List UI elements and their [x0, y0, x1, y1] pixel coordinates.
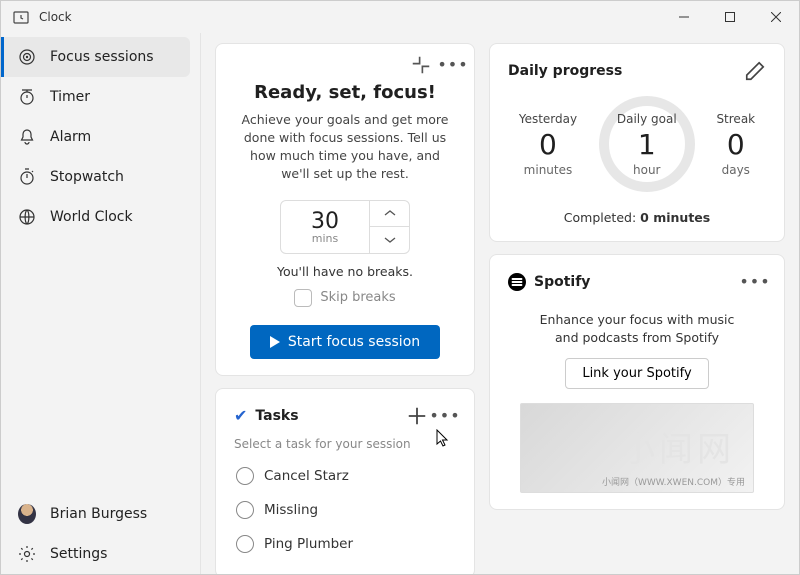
task-item[interactable]: Missling [234, 493, 456, 527]
watermark-url: 小闻网（WWW.XWEN.COM）专用 [602, 475, 745, 488]
skip-breaks-row[interactable]: Skip breaks [234, 289, 456, 307]
sidebar-item-label: Settings [50, 546, 107, 562]
close-button[interactable] [753, 1, 799, 33]
skip-breaks-checkbox[interactable] [294, 289, 312, 307]
duration-decrease-button[interactable] [370, 227, 409, 253]
main-content: ••• Ready, set, focus! Achieve your goal… [201, 33, 799, 574]
window: Clock Focus sessions Timer Alarm Stopwat… [0, 0, 800, 575]
sidebar-user[interactable]: Brian Burgess [1, 494, 200, 534]
task-radio[interactable] [236, 535, 254, 553]
start-focus-label: Start focus session [288, 334, 420, 350]
target-icon [18, 48, 36, 66]
completed-line: Completed: 0 minutes [508, 210, 766, 225]
progress-title: Daily progress [508, 63, 622, 79]
bell-icon [18, 128, 36, 146]
daily-goal-ring: Daily goal 1 hour [599, 96, 695, 192]
task-label: Ping Plumber [264, 536, 353, 552]
start-focus-button[interactable]: Start focus session [250, 325, 440, 359]
sidebar-item-label: Focus sessions [50, 49, 154, 65]
collapse-icon[interactable] [410, 54, 432, 76]
tasks-more-icon[interactable]: ••• [434, 405, 456, 427]
stopwatch-icon [18, 168, 36, 186]
duration-value-box: 30 mins [281, 201, 369, 253]
sidebar-item-alarm[interactable]: Alarm [1, 117, 200, 157]
focus-heading: Ready, set, focus! [234, 82, 456, 103]
play-icon [270, 336, 280, 348]
sidebar-item-stopwatch[interactable]: Stopwatch [1, 157, 200, 197]
tasks-icon: ✔ [234, 406, 247, 425]
task-label: Cancel Starz [264, 468, 349, 484]
breaks-note: You'll have no breaks. [234, 264, 456, 279]
spotify-description: Enhance your focus with music and podcas… [526, 311, 748, 346]
yesterday-metric: Yesterday 0 minutes [519, 112, 577, 177]
sidebar-item-label: Stopwatch [50, 169, 124, 185]
edit-progress-button[interactable] [744, 60, 766, 82]
spotify-card: Spotify ••• Enhance your focus with musi… [489, 254, 785, 510]
task-radio[interactable] [236, 501, 254, 519]
task-label: Missling [264, 502, 318, 518]
tasks-title: Tasks [255, 408, 298, 424]
sidebar-item-settings[interactable]: Settings [1, 534, 200, 574]
skip-breaks-label: Skip breaks [320, 290, 395, 305]
timer-icon [18, 88, 36, 106]
sidebar: Focus sessions Timer Alarm Stopwatch Wor… [1, 33, 201, 574]
duration-value: 30 [311, 209, 339, 234]
duration-increase-button[interactable] [370, 201, 409, 228]
daily-progress-card: Daily progress Yesterday 0 minutes [489, 43, 785, 242]
sidebar-item-label: Alarm [50, 129, 91, 145]
watermark-text: 小闻网 [621, 422, 735, 471]
spotify-title: Spotify [534, 274, 590, 290]
more-icon[interactable]: ••• [442, 54, 464, 76]
duration-unit: mins [281, 232, 369, 245]
app-title: Clock [39, 10, 72, 24]
task-radio[interactable] [236, 467, 254, 485]
add-task-button[interactable] [406, 405, 428, 427]
spotify-icon [508, 273, 526, 291]
minimize-button[interactable] [661, 1, 707, 33]
sidebar-item-world-clock[interactable]: World Clock [1, 197, 200, 237]
globe-icon [18, 208, 36, 226]
avatar [18, 505, 36, 523]
clock-app-icon [13, 9, 29, 25]
tasks-subtitle: Select a task for your session [234, 437, 456, 451]
focus-description: Achieve your goals and get more done wit… [234, 111, 456, 184]
link-spotify-button[interactable]: Link your Spotify [565, 358, 708, 389]
streak-metric: Streak 0 days [716, 112, 755, 177]
spotify-more-icon[interactable]: ••• [744, 271, 766, 293]
focus-session-card: ••• Ready, set, focus! Achieve your goal… [215, 43, 475, 376]
duration-spinner[interactable]: 30 mins [280, 200, 410, 254]
task-item[interactable]: Ping Plumber [234, 527, 456, 561]
spotify-image-placeholder: 小闻网 小闻网（WWW.XWEN.COM）专用 [520, 403, 754, 493]
sidebar-item-focus-sessions[interactable]: Focus sessions [1, 37, 190, 77]
maximize-button[interactable] [707, 1, 753, 33]
user-name: Brian Burgess [50, 506, 147, 522]
sidebar-item-timer[interactable]: Timer [1, 77, 200, 117]
sidebar-item-label: Timer [50, 89, 90, 105]
sidebar-item-label: World Clock [50, 209, 133, 225]
gear-icon [18, 545, 36, 563]
titlebar: Clock [1, 1, 799, 33]
task-item[interactable]: Cancel Starz [234, 459, 456, 493]
tasks-card: ✔ Tasks ••• Select a task for your sessio… [215, 388, 475, 575]
